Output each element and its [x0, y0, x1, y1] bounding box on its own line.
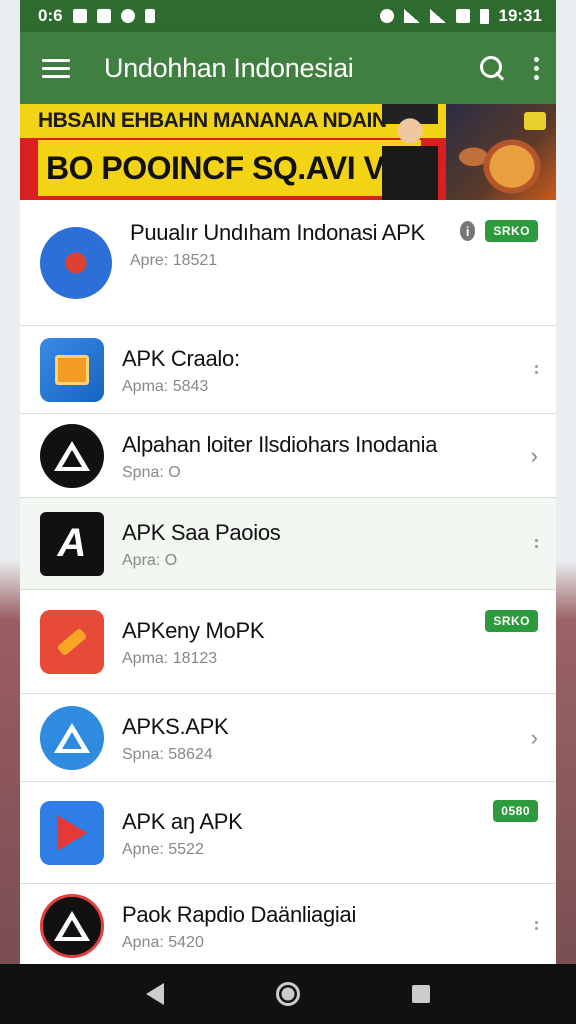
app-title: Undohhan Indonesiai — [104, 52, 354, 83]
download-notification-icon — [144, 9, 155, 23]
item-text: Paok Rapdio Daänliagiai Apna: 5420 — [122, 900, 460, 952]
list-item[interactable]: APKS.APK Spna: 58624 › — [20, 694, 556, 782]
item-more-icon[interactable] — [535, 365, 538, 374]
app-subtitle: Apma: 18123 — [122, 649, 218, 667]
app-subtitle: Spna: 58624 — [122, 745, 213, 763]
chevron-right-icon[interactable]: › — [531, 443, 538, 469]
app-title-text: APKS.APK — [122, 713, 229, 739]
app-title-text: APK Craalo: — [122, 345, 240, 371]
item-text: APKS.APK Spna: 58624 — [122, 712, 460, 764]
triangle-logo-icon — [40, 423, 104, 488]
system-nav-bar — [0, 964, 576, 1024]
status-bar: 0:6 19:31 — [20, 0, 556, 32]
banner-headline: HBSAIN EHBAHN MANANAA NDAIN — [38, 109, 387, 132]
tool-icon — [40, 609, 104, 674]
wifi-icon — [403, 9, 420, 23]
recent-apps-icon[interactable] — [412, 985, 430, 1003]
item-actions: 0580 — [460, 782, 556, 822]
app-subtitle: Apre: 18521 — [130, 252, 218, 269]
list-item[interactable]: A APK Saa Paoios Apra: O — [20, 498, 556, 590]
item-text: APK Saa Paoios Apra: O — [122, 518, 460, 570]
hamburger-menu-icon[interactable] — [42, 58, 70, 78]
background-right-edge — [556, 0, 576, 1024]
list-item[interactable]: APK aŋ APK Apne: 5522 0580 — [20, 782, 556, 884]
back-icon[interactable] — [146, 983, 164, 1005]
triangle-logo-icon — [40, 705, 104, 770]
signal-icon — [429, 9, 446, 23]
app-subtitle: Apma: 5843 — [122, 377, 209, 395]
background-left-edge — [0, 0, 20, 1024]
install-chip[interactable]: SRKO — [485, 610, 538, 632]
install-chip[interactable]: SRKO — [485, 220, 538, 242]
list-item[interactable]: APK Craalo: Apma: 5843 — [20, 326, 556, 414]
data-icon — [455, 9, 470, 23]
app-title-text: Alpahan loiter Ilsdiohars Inodania — [122, 431, 438, 457]
app-subtitle: Spna: O — [122, 463, 181, 481]
home-icon[interactable] — [276, 982, 300, 1006]
item-actions: › — [460, 443, 556, 469]
phone-screen: 0:6 19:31 Undohhan Indonesiai HBSAIN EHB… — [20, 0, 556, 964]
list-item[interactable]: APKeny MoPK Apma: 18123 SRKO — [20, 590, 556, 694]
overflow-menu-icon[interactable] — [534, 56, 540, 80]
notification-icon — [72, 9, 87, 23]
item-more-icon[interactable] — [535, 921, 538, 930]
app-title-text: Paok Rapdio Daänliagiai — [122, 901, 357, 927]
app-subtitle: Apra: O — [122, 551, 178, 569]
status-clock-left: 0:6 — [38, 6, 63, 25]
list-item[interactable]: Puualır Undıham Indonasi APK Apre: 18521… — [20, 200, 556, 326]
item-actions — [460, 921, 556, 930]
list-item[interactable]: Paok Rapdio Daänliagiai Apna: 5420 — [20, 884, 556, 964]
compass-icon — [40, 226, 112, 299]
promo-banner[interactable]: HBSAIN EHBAHN MANANAA NDAIN BO POOINCF S… — [20, 104, 556, 200]
app-subtitle: Apne: 5522 — [122, 840, 204, 858]
app-bar: Undohhan Indonesiai — [20, 32, 556, 104]
message-notification-icon — [120, 9, 135, 23]
app-title-text: APKeny MoPK — [122, 617, 265, 643]
item-text: Puualır Undıham Indonasi APK Apre: 18521 — [130, 200, 460, 270]
app-subtitle: Apna: 5420 — [122, 933, 204, 951]
alarm-icon — [379, 9, 394, 23]
banner-badge — [524, 112, 546, 130]
play-icon — [40, 800, 104, 865]
search-icon[interactable] — [478, 54, 506, 82]
battery-icon — [479, 8, 489, 24]
item-text: Alpahan loiter Ilsdiohars Inodania Spna:… — [122, 430, 460, 482]
app-title-text: APK aŋ APK — [122, 808, 243, 834]
banner-subheadline: BO POOINCF SQ.AVI VAI — [38, 140, 422, 196]
banner-person-image — [382, 104, 438, 200]
status-clock: 19:31 — [498, 6, 542, 25]
app-list: Puualır Undıham Indonasi APK Apre: 18521… — [20, 200, 556, 964]
item-actions — [460, 365, 556, 374]
letter-a-icon: A — [40, 511, 104, 576]
chevron-right-icon[interactable]: › — [531, 725, 538, 751]
item-actions — [460, 539, 556, 548]
folder-icon — [40, 337, 104, 402]
status-bar-right: 19:31 — [379, 6, 542, 26]
info-icon[interactable]: i — [460, 221, 476, 241]
item-text: APKeny MoPK Apma: 18123 — [122, 616, 460, 668]
status-bar-left: 0:6 — [38, 6, 155, 26]
banner-food-image — [446, 104, 556, 200]
item-actions: i SRKO — [460, 200, 556, 242]
app-title-text: Puualır Undıham Indonasi APK — [130, 220, 425, 245]
item-actions: SRKO — [460, 590, 556, 632]
item-text: APK Craalo: Apma: 5843 — [122, 344, 460, 396]
item-more-icon[interactable] — [535, 539, 538, 548]
item-actions: › — [460, 725, 556, 751]
list-item[interactable]: Alpahan loiter Ilsdiohars Inodania Spna:… — [20, 414, 556, 498]
emblem-icon — [40, 893, 104, 958]
item-text: APK aŋ APK Apne: 5522 — [122, 807, 460, 859]
app-title-text: APK Saa Paoios — [122, 519, 281, 545]
install-chip[interactable]: 0580 — [493, 800, 538, 822]
banner-text: HBSAIN EHBAHN MANANAA NDAIN BO POOINCF S… — [20, 104, 430, 200]
image-notification-icon — [96, 9, 111, 23]
